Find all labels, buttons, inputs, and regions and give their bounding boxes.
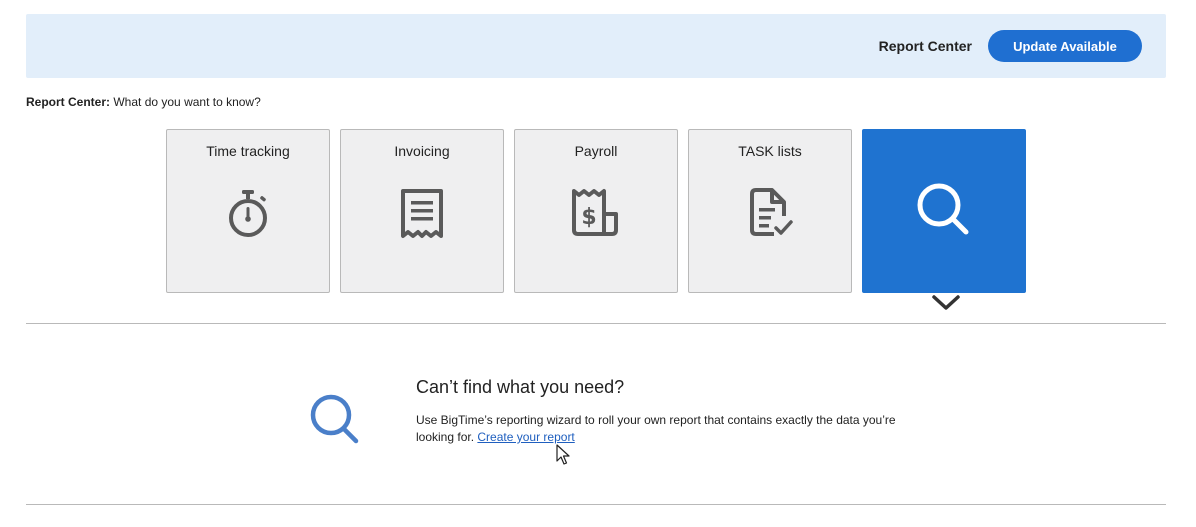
subtitle-text: What do you want to know? xyxy=(113,95,261,109)
tile-label: TASK lists xyxy=(738,143,802,159)
report-center-title: Report Center xyxy=(878,38,972,54)
divider-top xyxy=(26,323,1166,324)
tile-time-tracking[interactable]: Time tracking xyxy=(166,129,330,293)
top-bar: Report Center Update Available xyxy=(26,14,1166,78)
tile-label: Invoicing xyxy=(394,143,450,159)
cant-find-description: Use BigTime’s reporting wizard to roll y… xyxy=(416,412,916,446)
tile-label: Time tracking xyxy=(206,143,290,159)
subtitle-label: Report Center: xyxy=(26,95,111,109)
stopwatch-icon xyxy=(229,190,267,237)
page-subtitle: Report Center: What do you want to know? xyxy=(26,95,261,109)
create-report-link[interactable]: Create your report xyxy=(477,430,574,444)
tile-payroll[interactable]: Payroll $ xyxy=(514,129,678,293)
search-icon xyxy=(917,183,969,235)
cant-find-title: Can’t find what you need? xyxy=(416,377,625,397)
tile-custom-search[interactable] xyxy=(862,129,1026,293)
task-document-icon xyxy=(750,188,793,236)
tile-task-lists[interactable]: TASK lists xyxy=(688,129,852,293)
search-icon xyxy=(310,394,359,444)
tile-invoicing[interactable]: Invoicing xyxy=(340,129,504,293)
update-available-button[interactable]: Update Available xyxy=(988,30,1142,62)
chevron-down-icon xyxy=(932,295,960,310)
payroll-receipt-icon: $ xyxy=(572,189,618,236)
svg-text:$: $ xyxy=(581,205,596,230)
tile-label: Payroll xyxy=(574,143,618,159)
receipt-icon xyxy=(401,189,443,238)
mouse-cursor-icon xyxy=(556,444,570,465)
divider-bottom xyxy=(26,504,1166,505)
